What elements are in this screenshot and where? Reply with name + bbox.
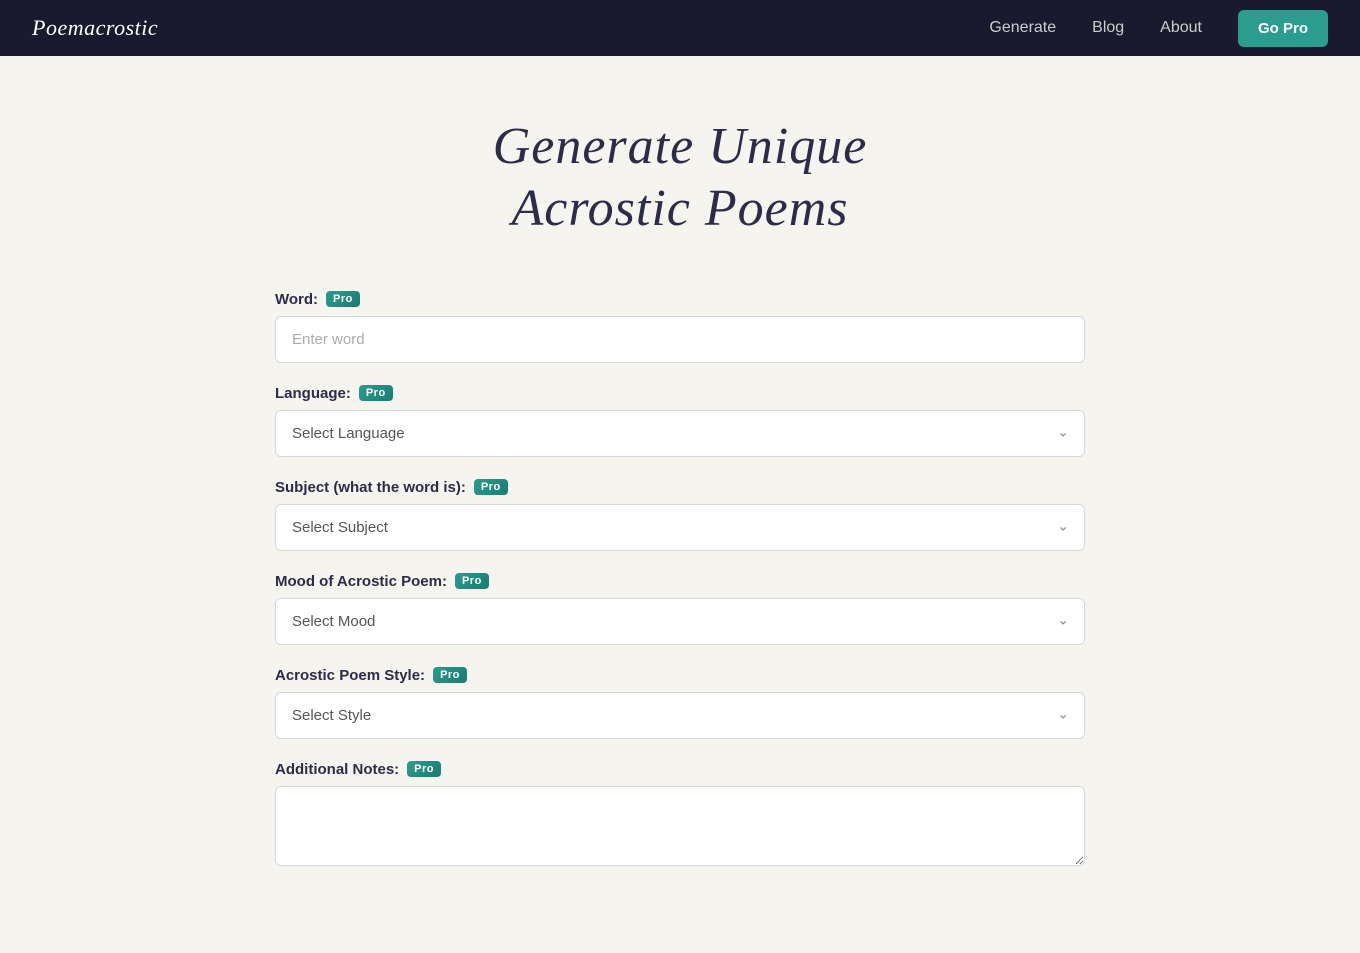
page-title: Generate Unique Acrostic Poems xyxy=(493,116,868,241)
language-select-wrapper: Select Language ⌄ xyxy=(275,410,1085,457)
notes-section: Additional Notes: Pro xyxy=(275,761,1085,871)
subject-section: Subject (what the word is): Pro Select S… xyxy=(275,479,1085,551)
site-logo: Poemacrostic xyxy=(32,15,158,41)
poem-form: Word: Pro Language: Pro Select Language … xyxy=(275,291,1085,893)
language-section: Language: Pro Select Language ⌄ xyxy=(275,385,1085,457)
notes-label: Additional Notes: Pro xyxy=(275,761,1085,778)
word-section: Word: Pro xyxy=(275,291,1085,363)
word-label: Word: Pro xyxy=(275,291,1085,308)
style-section: Acrostic Poem Style: Pro Select Style ⌄ xyxy=(275,667,1085,739)
mood-section: Mood of Acrostic Poem: Pro Select Mood ⌄ xyxy=(275,573,1085,645)
style-select[interactable]: Select Style xyxy=(275,692,1085,739)
navbar: Poemacrostic Generate Blog About Go Pro xyxy=(0,0,1360,56)
style-select-wrapper: Select Style ⌄ xyxy=(275,692,1085,739)
mood-pro-badge: Pro xyxy=(455,573,489,589)
mood-select[interactable]: Select Mood xyxy=(275,598,1085,645)
subject-pro-badge: Pro xyxy=(474,479,508,495)
nav-link-about[interactable]: About xyxy=(1160,19,1202,37)
language-pro-badge: Pro xyxy=(359,385,393,401)
nav-link-generate[interactable]: Generate xyxy=(989,19,1056,37)
nav-link-blog[interactable]: Blog xyxy=(1092,19,1124,37)
nav-links: Generate Blog About Go Pro xyxy=(989,10,1328,47)
mood-select-wrapper: Select Mood ⌄ xyxy=(275,598,1085,645)
subject-select-wrapper: Select Subject ⌄ xyxy=(275,504,1085,551)
go-pro-button[interactable]: Go Pro xyxy=(1238,10,1328,47)
mood-label: Mood of Acrostic Poem: Pro xyxy=(275,573,1085,590)
style-label: Acrostic Poem Style: Pro xyxy=(275,667,1085,684)
subject-label: Subject (what the word is): Pro xyxy=(275,479,1085,496)
main-content: Generate Unique Acrostic Poems Word: Pro… xyxy=(0,56,1360,953)
language-select[interactable]: Select Language xyxy=(275,410,1085,457)
word-pro-badge: Pro xyxy=(326,291,360,307)
word-input[interactable] xyxy=(275,316,1085,363)
subject-select[interactable]: Select Subject xyxy=(275,504,1085,551)
language-label: Language: Pro xyxy=(275,385,1085,402)
style-pro-badge: Pro xyxy=(433,667,467,683)
notes-textarea[interactable] xyxy=(275,786,1085,866)
